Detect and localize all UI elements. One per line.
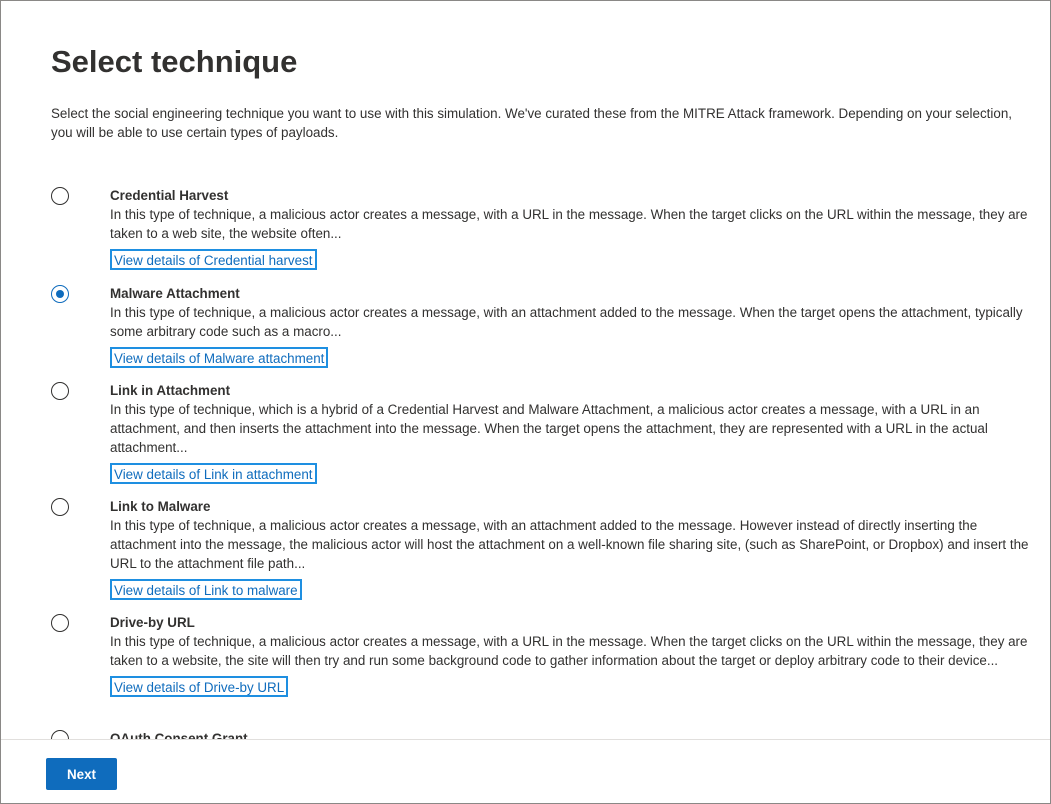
radio-link-to-malware[interactable] <box>51 498 69 516</box>
technique-body: Malware Attachment In this type of techn… <box>110 284 1044 368</box>
technique-body: Drive-by URL In this type of technique, … <box>110 613 1044 697</box>
technique-body: Credential Harvest In this type of techn… <box>110 186 1044 270</box>
radio-oauth-consent-grant[interactable] <box>51 730 69 739</box>
view-details-drive-by-url-link[interactable]: View details of Drive-by URL <box>110 676 289 697</box>
technique-body: OAuth Consent Grant <box>110 729 1044 739</box>
wizard-frame: Select technique Select the social engin… <box>0 0 1051 804</box>
view-details-malware-attachment-link[interactable]: View details of Malware attachment <box>110 347 329 368</box>
radio-credential-harvest[interactable] <box>51 187 69 205</box>
technique-description: In this type of technique, a malicious a… <box>110 305 1023 339</box>
technique-title: Link in Attachment <box>110 383 231 398</box>
view-details-link-to-malware-link[interactable]: View details of Link to malware <box>110 579 302 600</box>
technique-body: Link to Malware In this type of techniqu… <box>110 497 1044 600</box>
technique-scroll-area[interactable]: Select technique Select the social engin… <box>1 1 1050 739</box>
radio-drive-by-url[interactable] <box>51 614 69 632</box>
technique-description: In this type of technique, which is a hy… <box>110 402 988 455</box>
technique-title: Malware Attachment <box>110 286 240 301</box>
view-details-credential-harvest-link[interactable]: View details of Credential harvest <box>110 249 317 270</box>
technique-title: Credential Harvest <box>110 188 229 203</box>
radio-link-in-attachment[interactable] <box>51 382 69 400</box>
technique-title: OAuth Consent Grant <box>110 731 248 739</box>
next-button[interactable]: Next <box>46 758 117 790</box>
radio-malware-attachment[interactable] <box>51 285 69 303</box>
page-intro: Select the social engineering technique … <box>51 106 1012 140</box>
technique-title: Drive-by URL <box>110 615 195 630</box>
view-details-link-in-attachment-link[interactable]: View details of Link in attachment <box>110 463 317 484</box>
technique-title: Link to Malware <box>110 499 211 514</box>
technique-description: In this type of technique, a malicious a… <box>110 518 1029 571</box>
page-title: Select technique <box>51 44 298 79</box>
technique-description: In this type of technique, a malicious a… <box>110 634 1028 668</box>
wizard-footer: Next <box>1 739 1050 803</box>
technique-description: In this type of technique, a malicious a… <box>110 207 1028 241</box>
technique-body: Link in Attachment In this type of techn… <box>110 381 1044 484</box>
